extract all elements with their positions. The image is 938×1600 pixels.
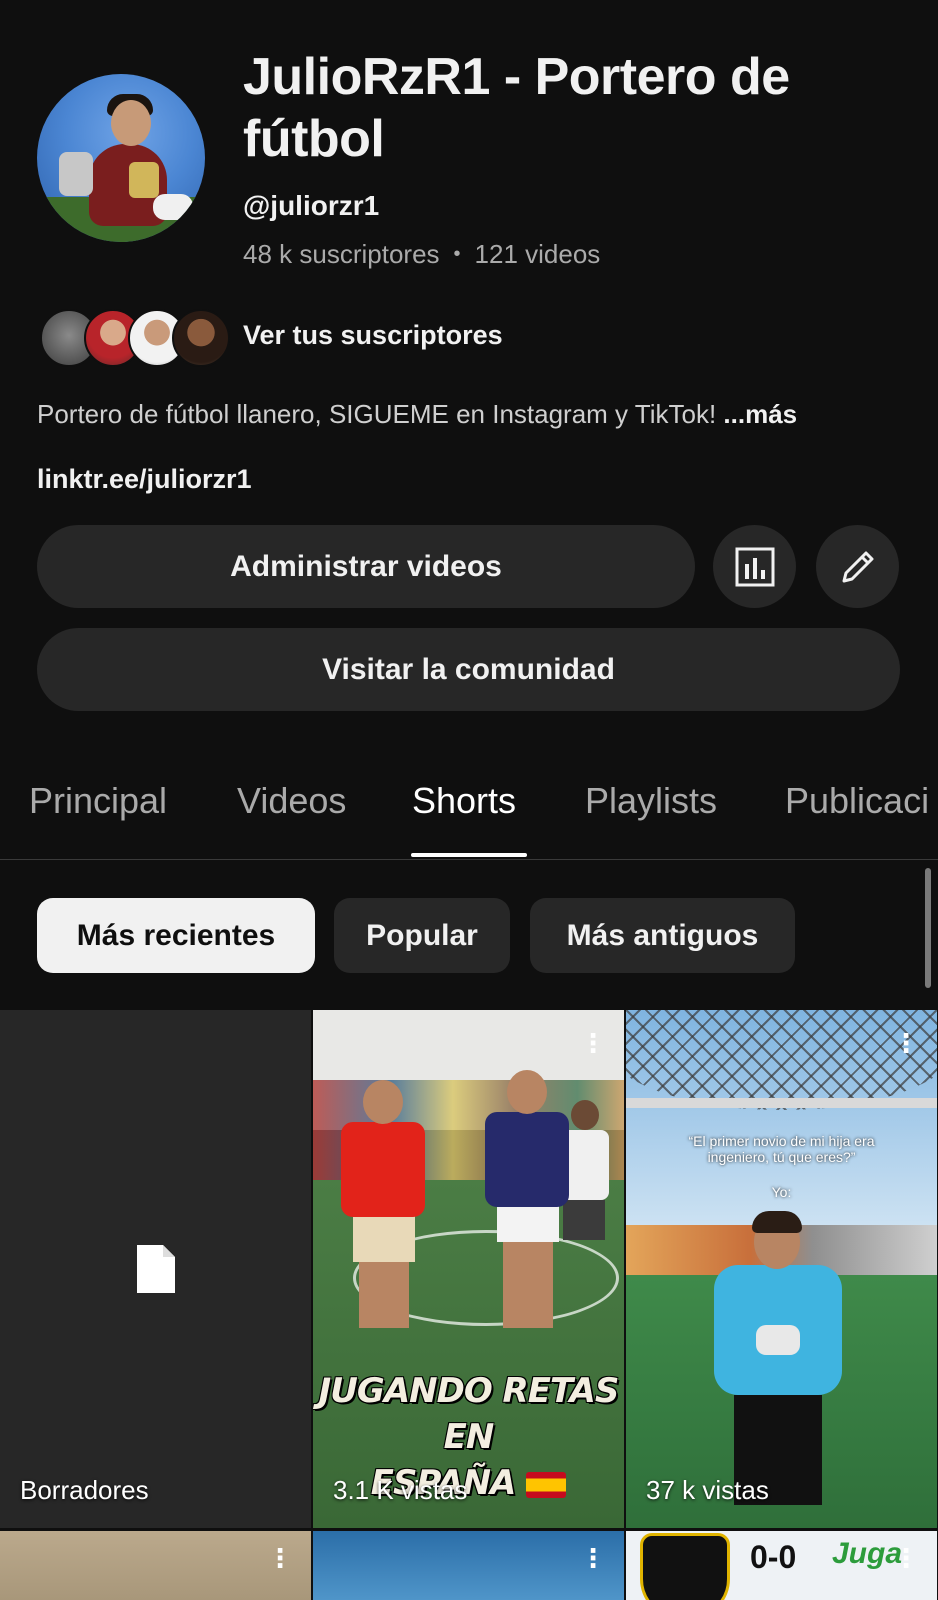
more-options-icon[interactable]: ⋮ <box>893 1545 919 1571</box>
overlay-text-yo: Yo: <box>771 1184 792 1200</box>
pencil-icon <box>842 551 873 582</box>
spain-flag-icon <box>526 1471 567 1498</box>
analytics-icon <box>735 547 774 586</box>
channel-stats: 48 k suscriptores • 121 videos <box>243 239 600 270</box>
separator-dot: • <box>453 243 461 265</box>
channel-tabs: Principal Videos Shorts Playlists Public… <box>0 780 938 860</box>
player-figure <box>337 1080 427 1330</box>
more-options-icon[interactable]: ⋮ <box>580 1545 606 1571</box>
avatar-trophy <box>129 162 159 198</box>
tab-videos[interactable]: Videos <box>237 780 346 822</box>
tab-shorts[interactable]: Shorts <box>412 780 516 822</box>
edit-channel-button[interactable] <box>816 525 899 608</box>
avatar-glove <box>153 194 193 220</box>
short-thumbnail[interactable]: ⋮ <box>313 1531 624 1600</box>
active-tab-indicator <box>411 853 527 857</box>
video-count: 121 videos <box>474 239 601 269</box>
goal-net <box>626 1010 937 1110</box>
tab-publicaciones[interactable]: Publicaci <box>785 780 929 822</box>
channel-title: JulioRzR1 - Portero de fútbol <box>243 48 790 168</box>
logo-text: Juga <box>832 1537 903 1570</box>
channel-link[interactable]: linktr.ee/juliorzr1 <box>37 464 252 495</box>
tab-principal[interactable]: Principal <box>29 780 167 822</box>
more-options-icon[interactable]: ⋮ <box>893 1030 919 1056</box>
subscriber-avatar <box>172 309 230 367</box>
short-thumbnail[interactable]: ⋮ <box>0 1531 311 1600</box>
club-badge-icon <box>640 1533 730 1600</box>
short-thumbnail[interactable]: ⋮ JUGANDO RETAS EN ESPAÑA 3.1 K vistas <box>313 1010 624 1528</box>
channel-description[interactable]: Portero de fútbol llanero, SIGUEME en In… <box>37 399 797 430</box>
analytics-button[interactable] <box>713 525 796 608</box>
drafts-tile[interactable]: Borradores <box>0 1010 311 1528</box>
document-icon <box>137 1245 175 1293</box>
overlay-text: “El primer novio de mi hija era ingenier… <box>688 1133 875 1165</box>
goalkeeper-figure <box>714 1211 844 1515</box>
filter-recent-chip[interactable]: Más recientes <box>37 898 315 973</box>
filter-popular-chip[interactable]: Popular <box>334 898 510 973</box>
avatar-face <box>111 100 151 146</box>
more-options-icon[interactable]: ⋮ <box>580 1030 606 1056</box>
channel-handle: @juliorzr1 <box>243 190 380 221</box>
player-figure <box>481 1070 571 1330</box>
manage-videos-button[interactable]: Administrar videos <box>37 525 695 608</box>
channel-avatar[interactable] <box>37 74 205 242</box>
more-link[interactable]: ...más <box>723 399 797 429</box>
see-subscribers-link[interactable]: Ver tus suscriptores <box>243 320 503 351</box>
drafts-label: Borradores <box>20 1475 149 1505</box>
description-text: Portero de fútbol llanero, SIGUEME en In… <box>37 399 717 429</box>
subscriber-avatars[interactable] <box>40 309 230 367</box>
caption-line: JUGANDO RETAS EN <box>318 1371 620 1457</box>
short-thumbnail[interactable]: “El primer novio de mi hija era ingenier… <box>626 1010 937 1528</box>
visit-community-button[interactable]: Visitar la comunidad <box>37 628 900 711</box>
score-text: 0-0 <box>750 1539 797 1575</box>
short-thumbnail[interactable]: 0-0 Juga ⋮ <box>626 1531 937 1600</box>
view-count: 37 k vistas <box>646 1475 769 1505</box>
subscriber-count: 48 k suscriptores <box>243 239 440 269</box>
more-options-icon[interactable]: ⋮ <box>267 1545 293 1571</box>
scrollbar[interactable] <box>925 868 931 988</box>
avatar-trophy <box>59 152 93 196</box>
filter-oldest-chip[interactable]: Más antiguos <box>530 898 795 973</box>
tabs-divider <box>0 859 938 860</box>
view-count: 3.1 K vistas <box>333 1475 468 1505</box>
crossbar <box>626 1098 937 1108</box>
tab-playlists[interactable]: Playlists <box>585 780 717 822</box>
